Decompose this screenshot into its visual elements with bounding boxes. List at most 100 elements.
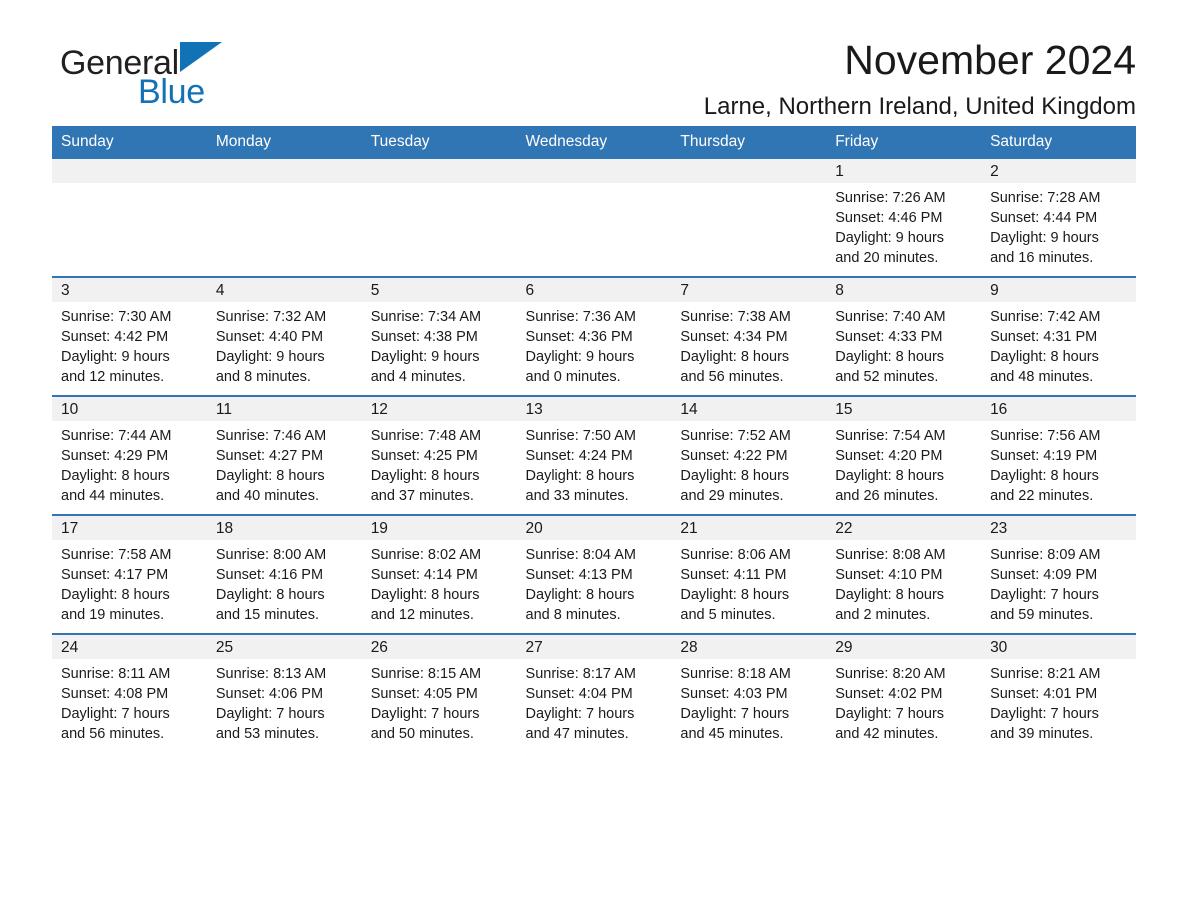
triangle-icon bbox=[179, 42, 222, 72]
day-detail-line: and 26 minutes. bbox=[835, 488, 939, 504]
day-detail-line: Daylight: 9 hours bbox=[61, 349, 170, 365]
day-number: 10 bbox=[52, 397, 207, 421]
day-detail-line: and 8 minutes. bbox=[525, 607, 621, 623]
day-detail-line: and 37 minutes. bbox=[370, 488, 474, 504]
day-detail-line: Sunset: 4:31 PM bbox=[990, 329, 1098, 345]
calendar-day-cell[interactable]: 21 Sunrise: 8:06 AM Sunset: 4:11 PM Dayligh… bbox=[671, 514, 827, 634]
day-detail-line: Sunrise: 7:32 AM bbox=[215, 309, 327, 325]
day-detail-line: Daylight: 9 hours bbox=[215, 349, 325, 365]
day-detail-line: Sunset: 4:05 PM bbox=[370, 686, 478, 702]
day-detail-line: Sunrise: 8:18 AM bbox=[680, 666, 791, 682]
day-detail-line: Daylight: 8 hours bbox=[215, 468, 325, 484]
day-details: Sunrise: 7:54 AM Sunset: 4:20 PM Daylight:… bbox=[826, 421, 981, 506]
calendar-day-cell[interactable]: 22 Sunrise: 8:08 AM Sunset: 4:10 PM Dayligh… bbox=[826, 514, 982, 634]
day-detail-line: and 47 minutes. bbox=[525, 726, 629, 742]
day-detail-line: Sunrise: 7:50 AM bbox=[525, 428, 636, 444]
calendar-day-cell[interactable]: 18 Sunrise: 8:00 AM Sunset: 4:16 PM Dayligh… bbox=[206, 514, 362, 634]
day-details: Sunrise: 7:46 AM Sunset: 4:27 PM Daylight:… bbox=[207, 421, 362, 506]
day-number: 30 bbox=[981, 635, 1136, 659]
day-detail-line: Daylight: 8 hours bbox=[680, 587, 790, 603]
day-detail-line: and 40 minutes. bbox=[215, 488, 320, 504]
calendar-day-cell[interactable]: 7 Sunrise: 7:38 AM Sunset: 4:34 PM Daylight… bbox=[671, 276, 827, 396]
calendar-day-cell[interactable]: 26 Sunrise: 8:15 AM Sunset: 4:05 PM Dayligh… bbox=[361, 633, 517, 752]
day-detail-line: and 56 minutes. bbox=[680, 369, 784, 385]
day-detail-line: Sunrise: 7:58 AM bbox=[61, 547, 172, 563]
day-number: 5 bbox=[361, 278, 517, 302]
day-number: 27 bbox=[516, 635, 672, 659]
day-detail-line: and 59 minutes. bbox=[990, 607, 1094, 623]
day-detail-line: Sunset: 4:03 PM bbox=[680, 686, 788, 702]
calendar-day-cell[interactable]: 9 Sunrise: 7:42 AM Sunset: 4:31 PM Daylight… bbox=[981, 276, 1136, 396]
day-detail-line: Sunrise: 7:48 AM bbox=[370, 428, 482, 444]
day-detail-line: and 45 minutes. bbox=[680, 726, 784, 742]
day-number: 29 bbox=[826, 635, 982, 659]
day-number: 2 bbox=[981, 159, 1136, 183]
day-details: Sunrise: 7:28 AM Sunset: 4:44 PM Daylight:… bbox=[981, 183, 1136, 268]
day-details bbox=[362, 183, 517, 188]
day-number: 8 bbox=[826, 278, 982, 302]
calendar-day-cell[interactable]: 24 Sunrise: 8:11 AM Sunset: 4:08 PM Dayligh… bbox=[52, 633, 207, 752]
calendar-day-cell[interactable]: 13 Sunrise: 7:50 AM Sunset: 4:24 PM Dayligh… bbox=[516, 395, 672, 515]
calendar-day-cell[interactable]: 15 Sunrise: 7:54 AM Sunset: 4:20 PM Dayligh… bbox=[826, 395, 982, 515]
day-details: Sunrise: 7:40 AM Sunset: 4:33 PM Daylight:… bbox=[826, 302, 981, 387]
day-detail-line: and 16 minutes. bbox=[990, 250, 1094, 266]
day-detail-line: Sunset: 4:16 PM bbox=[215, 567, 324, 583]
calendar-day-cell[interactable]: 23 Sunrise: 8:09 AM Sunset: 4:09 PM Dayligh… bbox=[981, 514, 1136, 634]
day-number bbox=[206, 159, 362, 183]
calendar-week-row: 24 Sunrise: 8:11 AM Sunset: 4:08 PM Dayligh… bbox=[52, 633, 1136, 752]
day-details: Sunrise: 8:18 AM Sunset: 4:03 PM Daylight:… bbox=[671, 659, 826, 744]
day-details: Sunrise: 8:09 AM Sunset: 4:09 PM Daylight:… bbox=[981, 540, 1136, 625]
day-number: 13 bbox=[516, 397, 672, 421]
calendar-day-cell[interactable]: 27 Sunrise: 8:17 AM Sunset: 4:04 PM Dayligh… bbox=[516, 633, 672, 752]
day-number: 1 bbox=[826, 159, 982, 183]
day-details: Sunrise: 8:00 AM Sunset: 4:16 PM Daylight:… bbox=[207, 540, 362, 625]
day-detail-line: Daylight: 8 hours bbox=[61, 587, 170, 603]
day-details: Sunrise: 8:11 AM Sunset: 4:08 PM Daylight:… bbox=[52, 659, 207, 744]
calendar-day-cell[interactable]: 2 Sunrise: 7:28 AM Sunset: 4:44 PM Daylight… bbox=[981, 159, 1136, 277]
day-detail-line: Daylight: 7 hours bbox=[990, 706, 1099, 722]
day-detail-line: and 20 minutes. bbox=[835, 250, 939, 266]
general-blue-logo: General Blue bbox=[60, 42, 320, 118]
calendar-day-cell[interactable]: 30 Sunrise: 8:21 AM Sunset: 4:01 PM Dayligh… bbox=[981, 633, 1136, 752]
calendar-day-cell[interactable]: 16 Sunrise: 7:56 AM Sunset: 4:19 PM Dayligh… bbox=[981, 395, 1136, 515]
day-detail-line: Sunrise: 8:13 AM bbox=[215, 666, 327, 682]
day-details: Sunrise: 8:08 AM Sunset: 4:10 PM Daylight:… bbox=[826, 540, 981, 625]
calendar-day-cell[interactable]: 3 Sunrise: 7:30 AM Sunset: 4:42 PM Daylight… bbox=[52, 276, 207, 396]
calendar-day-cell[interactable]: 8 Sunrise: 7:40 AM Sunset: 4:33 PM Daylight… bbox=[826, 276, 982, 396]
calendar-day-cell[interactable]: 5 Sunrise: 7:34 AM Sunset: 4:38 PM Daylight… bbox=[361, 276, 517, 396]
day-detail-line: Daylight: 8 hours bbox=[215, 587, 325, 603]
calendar-day-cell[interactable]: 19 Sunrise: 8:02 AM Sunset: 4:14 PM Dayligh… bbox=[361, 514, 517, 634]
day-detail-line: Daylight: 9 hours bbox=[835, 230, 945, 246]
calendar-day-cell[interactable]: 12 Sunrise: 7:48 AM Sunset: 4:25 PM Dayligh… bbox=[361, 395, 517, 515]
calendar-day-cell[interactable]: 25 Sunrise: 8:13 AM Sunset: 4:06 PM Dayligh… bbox=[206, 633, 362, 752]
day-number: 26 bbox=[361, 635, 517, 659]
day-detail-line: and 39 minutes. bbox=[990, 726, 1094, 742]
calendar-day-cell[interactable]: 29 Sunrise: 8:20 AM Sunset: 4:02 PM Dayligh… bbox=[826, 633, 982, 752]
calendar-day-cell[interactable]: 6 Sunrise: 7:36 AM Sunset: 4:36 PM Daylight… bbox=[516, 276, 672, 396]
calendar-day-cell[interactable]: 11 Sunrise: 7:46 AM Sunset: 4:27 PM Dayligh… bbox=[206, 395, 362, 515]
day-detail-line: Sunset: 4:01 PM bbox=[990, 686, 1098, 702]
day-detail-line: Sunrise: 7:38 AM bbox=[680, 309, 791, 325]
day-detail-line: Sunrise: 7:40 AM bbox=[835, 309, 946, 325]
day-detail-line: Sunrise: 8:04 AM bbox=[525, 547, 636, 563]
day-detail-line: and 42 minutes. bbox=[835, 726, 939, 742]
calendar-day-cell[interactable]: 1 Sunrise: 7:26 AM Sunset: 4:46 PM Daylight… bbox=[826, 159, 982, 277]
day-number: 23 bbox=[981, 516, 1136, 540]
day-details: Sunrise: 7:38 AM Sunset: 4:34 PM Daylight:… bbox=[671, 302, 826, 387]
day-detail-line: Sunset: 4:11 PM bbox=[680, 567, 787, 583]
day-detail-line: Daylight: 8 hours bbox=[370, 587, 480, 603]
day-detail-line: and 15 minutes. bbox=[215, 607, 320, 623]
day-details bbox=[517, 183, 672, 188]
calendar-day-cell[interactable]: 14 Sunrise: 7:52 AM Sunset: 4:22 PM Dayligh… bbox=[671, 395, 827, 515]
day-number: 21 bbox=[671, 516, 827, 540]
calendar-day-cell[interactable]: 10 Sunrise: 7:44 AM Sunset: 4:29 PM Dayligh… bbox=[52, 395, 207, 515]
day-details: Sunrise: 7:56 AM Sunset: 4:19 PM Daylight:… bbox=[981, 421, 1136, 506]
day-details: Sunrise: 8:17 AM Sunset: 4:04 PM Daylight:… bbox=[517, 659, 672, 744]
day-details: Sunrise: 7:36 AM Sunset: 4:36 PM Daylight:… bbox=[517, 302, 672, 387]
calendar-day-cell[interactable]: 28 Sunrise: 8:18 AM Sunset: 4:03 PM Dayligh… bbox=[671, 633, 827, 752]
day-detail-line: Sunset: 4:19 PM bbox=[990, 448, 1098, 464]
calendar-day-cell[interactable]: 20 Sunrise: 8:04 AM Sunset: 4:13 PM Dayligh… bbox=[516, 514, 672, 634]
calendar-day-cell[interactable]: 17 Sunrise: 7:58 AM Sunset: 4:17 PM Dayligh… bbox=[52, 514, 207, 634]
calendar-day-cell[interactable]: 4 Sunrise: 7:32 AM Sunset: 4:40 PM Daylight… bbox=[206, 276, 362, 396]
day-detail-line: Sunrise: 7:28 AM bbox=[990, 190, 1101, 206]
